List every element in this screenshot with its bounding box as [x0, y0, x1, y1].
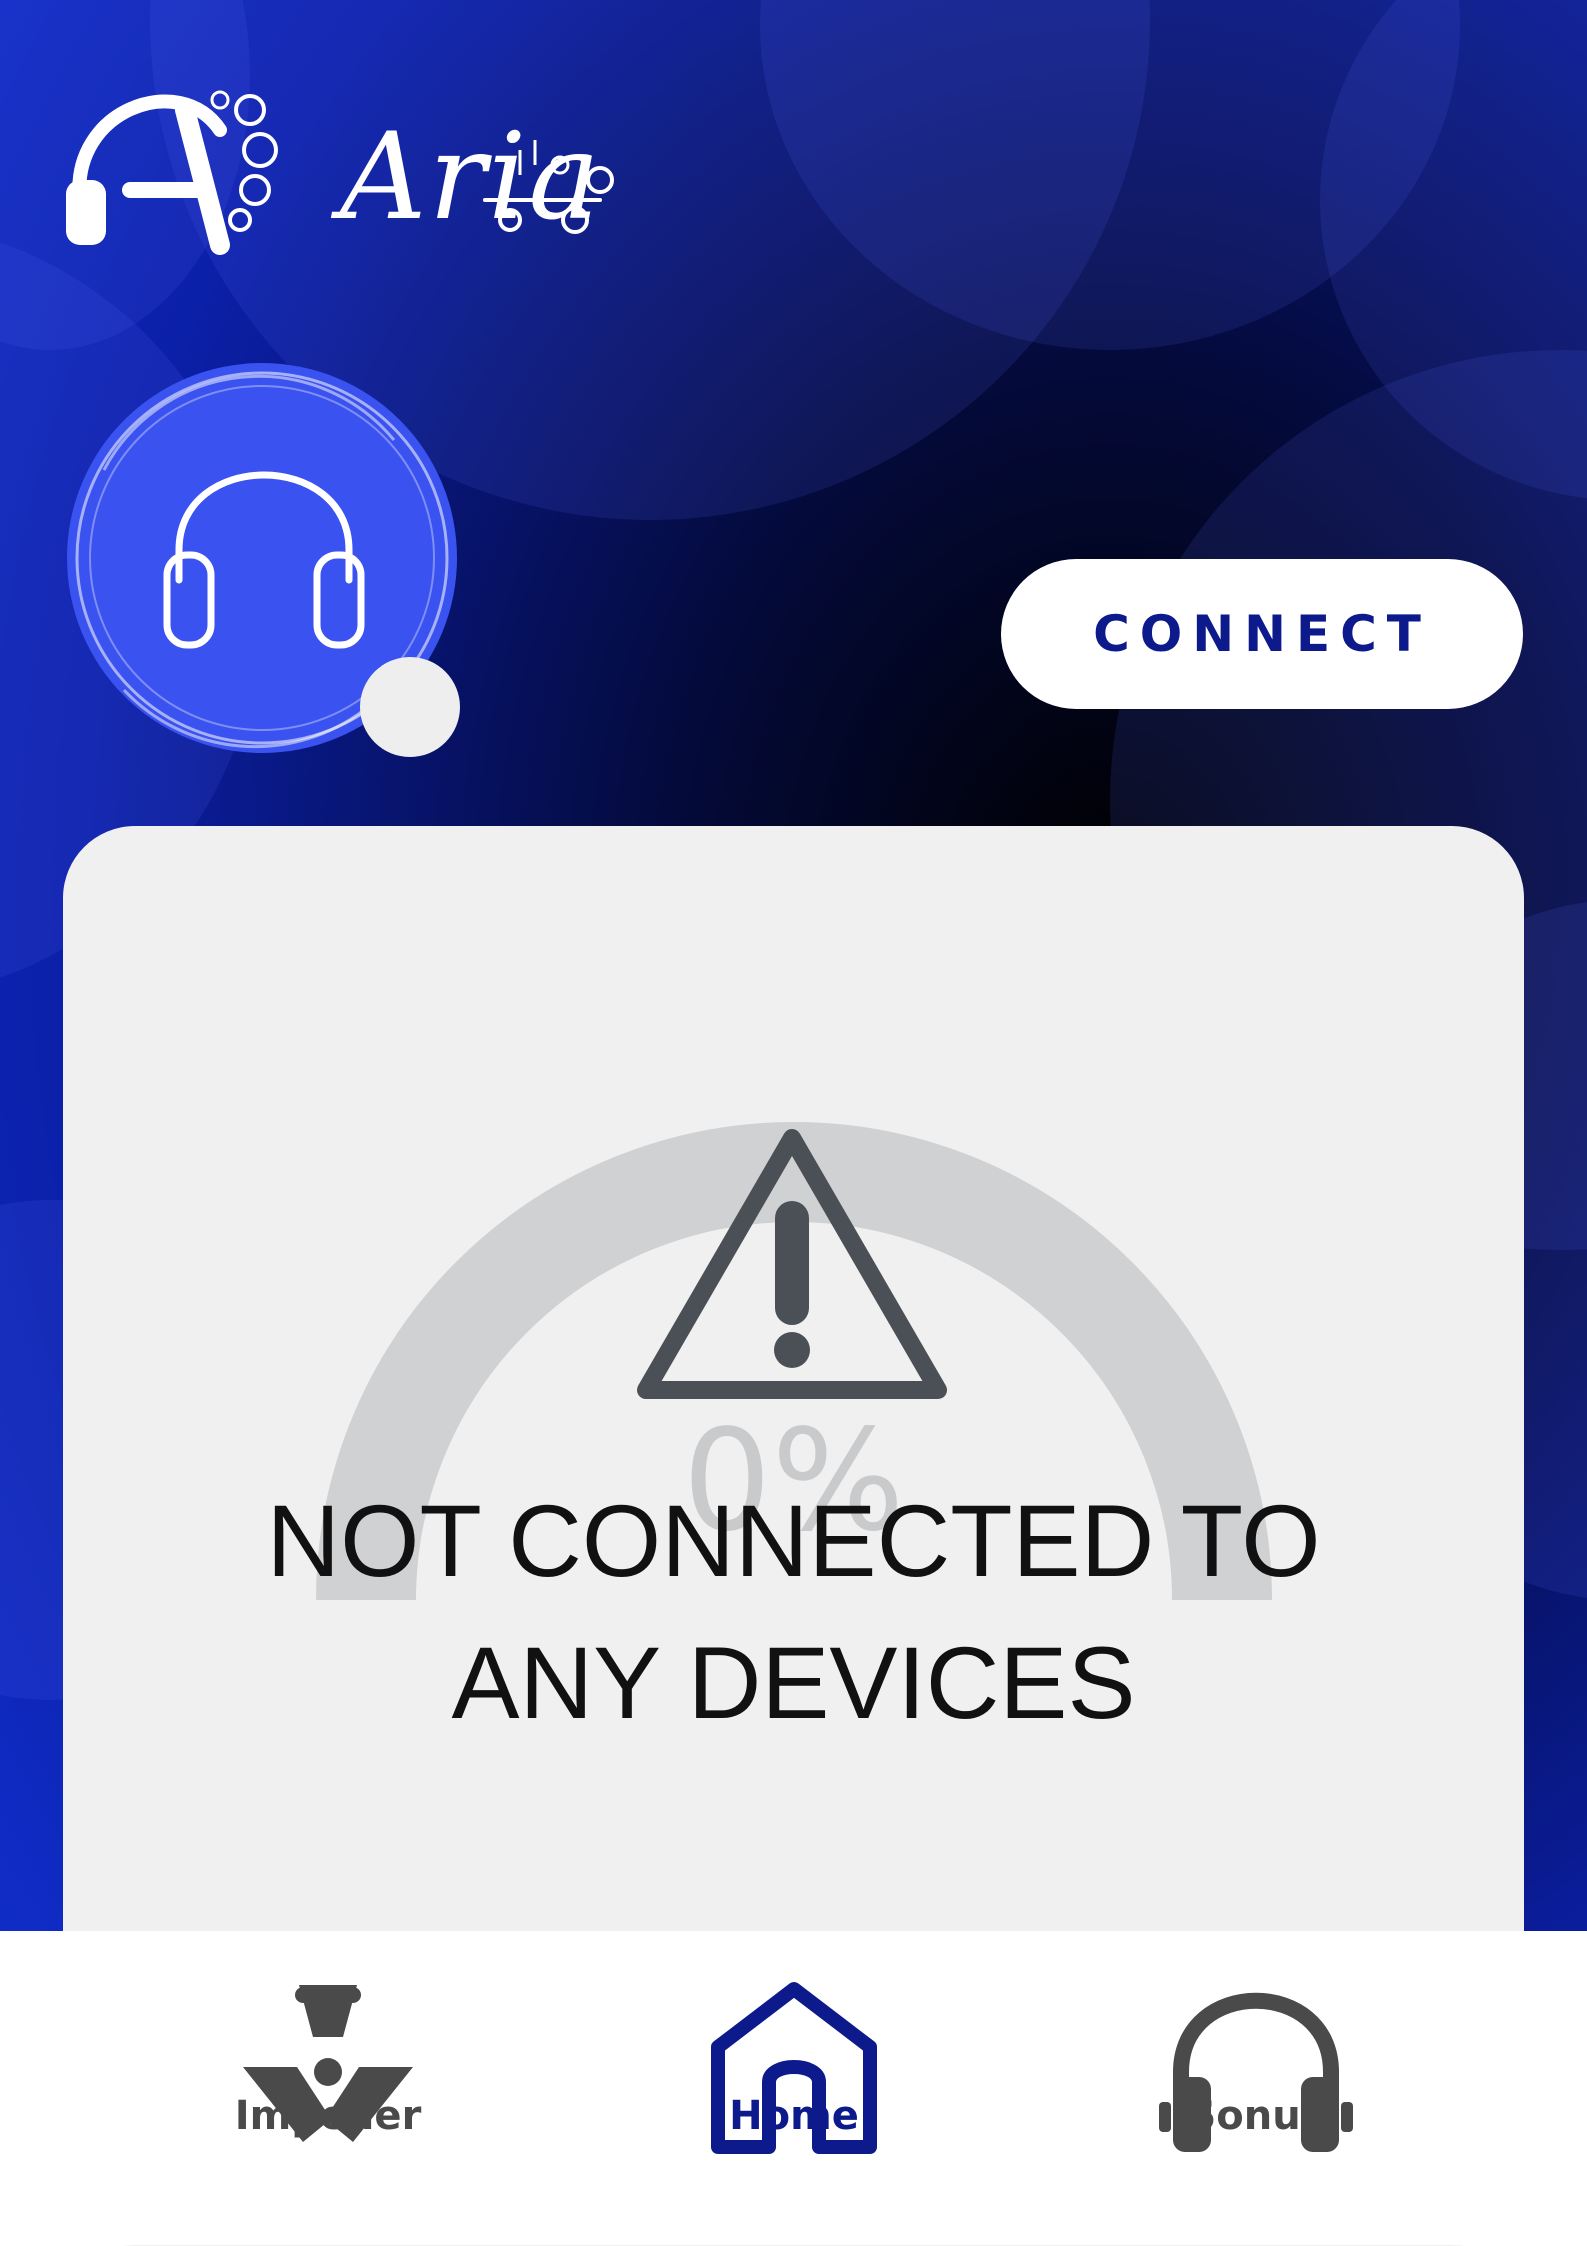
tab-label: Impeller	[234, 2093, 422, 2139]
logo-swirl-icon	[483, 140, 614, 234]
bottom-tab-bar: Impeller Home Sonus	[0, 1931, 1587, 2245]
logo-mark-icon	[66, 90, 278, 255]
tab-impeller[interactable]: Impeller	[178, 1931, 478, 2245]
connection-status-dot	[360, 657, 460, 757]
tab-label: Sonus	[1187, 2093, 1325, 2139]
tab-home[interactable]: Home	[644, 1931, 944, 2245]
warning-icon	[637, 1129, 947, 1399]
connect-button[interactable]: CONNECT	[1001, 559, 1523, 709]
status-message: NOT CONNECTED TO ANY DEVICES	[266, 1484, 1321, 1740]
tab-label: Home	[729, 2093, 859, 2139]
app-logo: Aria	[60, 70, 640, 260]
tab-sonus[interactable]: Sonus	[1106, 1931, 1406, 2245]
